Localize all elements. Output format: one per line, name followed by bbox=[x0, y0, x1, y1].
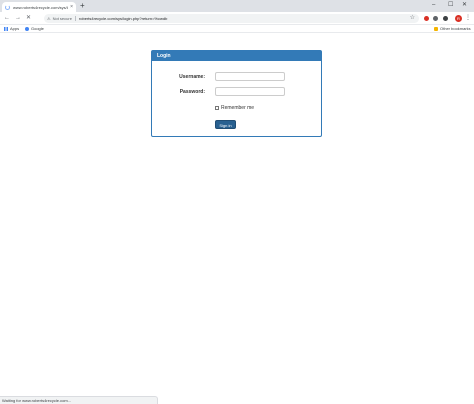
browser-toolbar: ← → ✕ ⚠ Not secure roberts4recycle.com/s… bbox=[0, 12, 474, 25]
password-input[interactable] bbox=[215, 87, 285, 96]
security-indicator[interactable]: Not secure bbox=[53, 16, 72, 21]
address-bar[interactable]: ⚠ Not secure roberts4recycle.com/sys/log… bbox=[44, 14, 419, 23]
bookmark-other[interactable]: Other bookmarks bbox=[434, 26, 471, 32]
bookmark-star-icon[interactable]: ☆ bbox=[410, 14, 415, 23]
browser-tab[interactable]: www.roberts4recycle.com/sys/lo × bbox=[2, 2, 76, 12]
tab-strip: www.roberts4recycle.com/sys/lo × + – ☐ ✕ bbox=[0, 0, 474, 12]
url-text[interactable]: roberts4recycle.com/sys/login.php?return… bbox=[79, 16, 167, 21]
username-input[interactable] bbox=[215, 72, 285, 81]
login-panel: Login Username: Password: Remember me Si… bbox=[151, 50, 322, 137]
status-bar: Waiting for www.roberts4recycle.com... bbox=[0, 396, 158, 404]
chrome-menu-icon[interactable]: ⋮ bbox=[465, 15, 471, 22]
folder-icon bbox=[434, 27, 438, 31]
maximize-button[interactable]: ☐ bbox=[448, 1, 453, 9]
google-icon bbox=[25, 27, 29, 31]
remember-me-checkbox[interactable] bbox=[215, 106, 219, 110]
tab-title: www.roberts4recycle.com/sys/lo bbox=[13, 4, 69, 10]
minimize-button[interactable]: – bbox=[432, 1, 435, 9]
password-row: Password: bbox=[152, 87, 285, 96]
warning-icon: ⚠ bbox=[47, 16, 51, 21]
stop-reload-icon[interactable]: ✕ bbox=[26, 14, 31, 22]
bookmark-google[interactable]: Google bbox=[25, 26, 44, 32]
bookmarks-bar: Apps Google Other bookmarks bbox=[0, 25, 474, 33]
password-label: Password: bbox=[179, 88, 205, 95]
profile-avatar[interactable]: R bbox=[455, 15, 462, 22]
login-heading: Login bbox=[152, 51, 321, 61]
username-row: Username: bbox=[152, 72, 285, 81]
new-tab-button[interactable]: + bbox=[80, 2, 85, 10]
remember-me-row[interactable]: Remember me bbox=[215, 105, 254, 111]
sign-in-button[interactable]: Sign in bbox=[215, 120, 236, 129]
extension-icon[interactable] bbox=[443, 16, 448, 21]
apps-grid-icon bbox=[4, 27, 8, 31]
tab-close-icon[interactable]: × bbox=[70, 4, 73, 10]
loading-spinner-icon bbox=[5, 4, 10, 10]
bookmark-apps[interactable]: Apps bbox=[4, 26, 19, 32]
close-window-button[interactable]: ✕ bbox=[462, 1, 467, 9]
back-icon[interactable]: ← bbox=[4, 14, 10, 22]
remember-me-label[interactable]: Remember me bbox=[221, 105, 254, 111]
username-label: Username: bbox=[179, 73, 205, 80]
forward-icon[interactable]: → bbox=[15, 14, 21, 22]
extension-icon[interactable] bbox=[424, 16, 429, 21]
omnibox-divider bbox=[74, 16, 76, 21]
browser-window: www.roberts4recycle.com/sys/lo × + – ☐ ✕… bbox=[0, 0, 474, 404]
extension-icon[interactable] bbox=[433, 16, 438, 21]
